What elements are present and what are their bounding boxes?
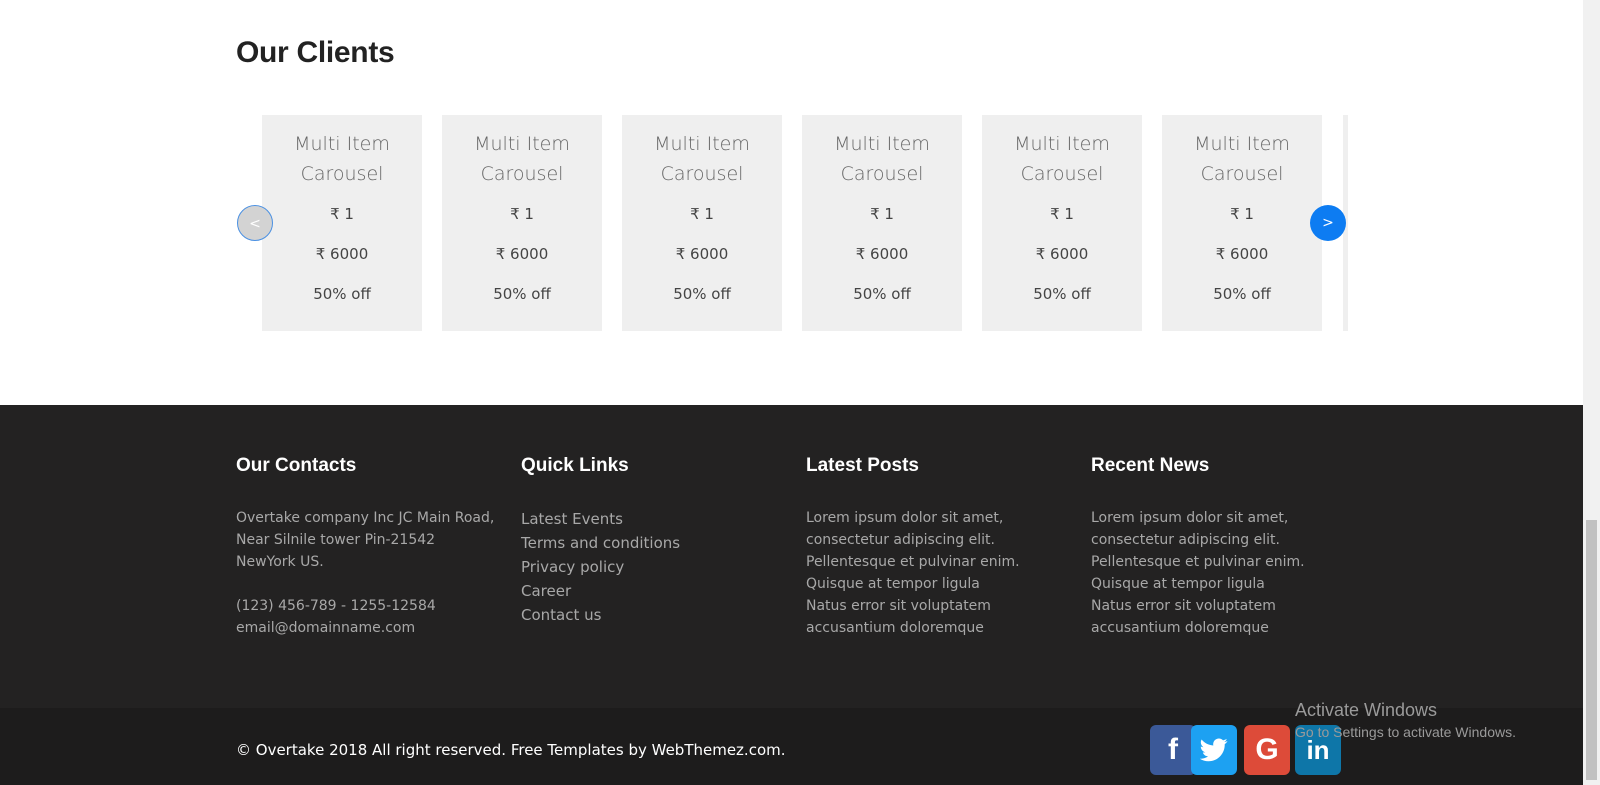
card-title: Multi Item Carousel (1014, 133, 1110, 185)
card-discount: 50% off (1033, 285, 1091, 303)
footer-link[interactable]: Career (521, 579, 781, 603)
client-carousel: Multi Item Carousel ₹ 1 ₹ 6000 50% off M… (236, 115, 1348, 333)
footer-contacts: Our Contacts Overtake company Inc JC Mai… (236, 455, 496, 639)
card-original-price: ₹ 6000 (675, 245, 729, 263)
twitter-icon[interactable] (1191, 725, 1237, 775)
copyright-text: © Overtake 2018 All right reserved. Free… (236, 741, 786, 759)
latest-posts-title: Latest Posts (806, 455, 919, 476)
card-discount: 50% off (493, 285, 551, 303)
carousel-prev-button[interactable]: < (237, 205, 273, 241)
card-original-price: ₹ 6000 (315, 245, 369, 263)
card-discount: 50% off (853, 285, 911, 303)
card-price: ₹ 1 (1050, 205, 1074, 223)
footer-link[interactable]: Contact us (521, 603, 781, 627)
section-title: Our Clients (236, 36, 395, 69)
contact-phone: (123) 456-789 - 1255-12584 (236, 598, 436, 614)
recent-news-title: Recent News (1091, 455, 1210, 476)
contact-address: Overtake company Inc JC Main Road, Near … (236, 510, 495, 570)
carousel-card[interactable]: Multi Item Carousel ₹ 1 ₹ 6000 50% off (622, 115, 782, 331)
windows-activation-watermark: Activate Windows Go to Settings to activ… (1295, 700, 1516, 740)
recent-news-text: Lorem ipsum dolor sit amet, consectetur … (1091, 510, 1305, 636)
card-price: ₹ 1 (510, 205, 534, 223)
latest-posts-text: Lorem ipsum dolor sit amet, consectetur … (806, 510, 1020, 636)
facebook-icon[interactable]: f (1150, 725, 1196, 775)
footer-link[interactable]: Privacy policy (521, 555, 781, 579)
card-price: ₹ 1 (1230, 205, 1254, 223)
card-discount: 50% off (673, 285, 731, 303)
contact-email: email@domainname.com (236, 620, 416, 636)
scrollbar-thumb[interactable] (1586, 520, 1597, 780)
carousel-card[interactable]: Multi Item Carousel ₹ 1 ₹ 6000 50% off (442, 115, 602, 331)
twitter-bird-glyph (1200, 738, 1228, 762)
card-price: ₹ 1 (690, 205, 714, 223)
footer-quick-links: Quick Links Latest Events Terms and cond… (521, 455, 781, 627)
clients-section: Our Clients Multi Item Carousel ₹ 1 ₹ 60… (0, 0, 1583, 405)
carousel-card[interactable]: Multi Item Carousel ₹ 1 ₹ 6000 50% off (802, 115, 962, 331)
card-original-price: ₹ 6000 (1215, 245, 1269, 263)
quick-links-title: Quick Links (521, 455, 629, 476)
card-title: Multi Item Carousel (294, 133, 390, 185)
contacts-title: Our Contacts (236, 455, 357, 476)
card-title: Multi Item Carousel (834, 133, 930, 185)
carousel-card[interactable]: Multi Item Carousel ₹ 1 ₹ 6000 50% off (1162, 115, 1322, 331)
card-original-price: ₹ 6000 (855, 245, 909, 263)
carousel-card[interactable]: Multi Item Carousel ₹ 1 ₹ 6000 50% off (262, 115, 422, 331)
card-price: ₹ 1 (330, 205, 354, 223)
card-title: Multi Item Carousel (1194, 133, 1290, 185)
footer-link[interactable]: Terms and conditions (521, 531, 781, 555)
card-discount: 50% off (1213, 285, 1271, 303)
carousel-card[interactable]: Multi Item Carousel ₹ 1 ₹ 6000 50% off (982, 115, 1142, 331)
vertical-scrollbar[interactable] (1583, 0, 1600, 785)
card-discount: 50% off (313, 285, 371, 303)
card-title: Multi Item Carousel (654, 133, 750, 185)
card-original-price: ₹ 6000 (495, 245, 549, 263)
watermark-subtitle: Go to Settings to activate Windows. (1295, 724, 1516, 740)
footer-link[interactable]: Latest Events (521, 507, 781, 531)
carousel-next-button[interactable]: > (1310, 205, 1346, 241)
google-icon[interactable]: G (1244, 725, 1290, 775)
watermark-title: Activate Windows (1295, 700, 1438, 720)
footer-recent-news: Recent News Lorem ipsum dolor sit amet, … (1091, 455, 1306, 639)
card-title: Multi Item Carousel (474, 133, 570, 185)
footer-latest-posts: Latest Posts Lorem ipsum dolor sit amet,… (806, 455, 1021, 639)
page: Our Clients Multi Item Carousel ₹ 1 ₹ 60… (0, 0, 1583, 785)
card-original-price: ₹ 6000 (1035, 245, 1089, 263)
card-price: ₹ 1 (870, 205, 894, 223)
